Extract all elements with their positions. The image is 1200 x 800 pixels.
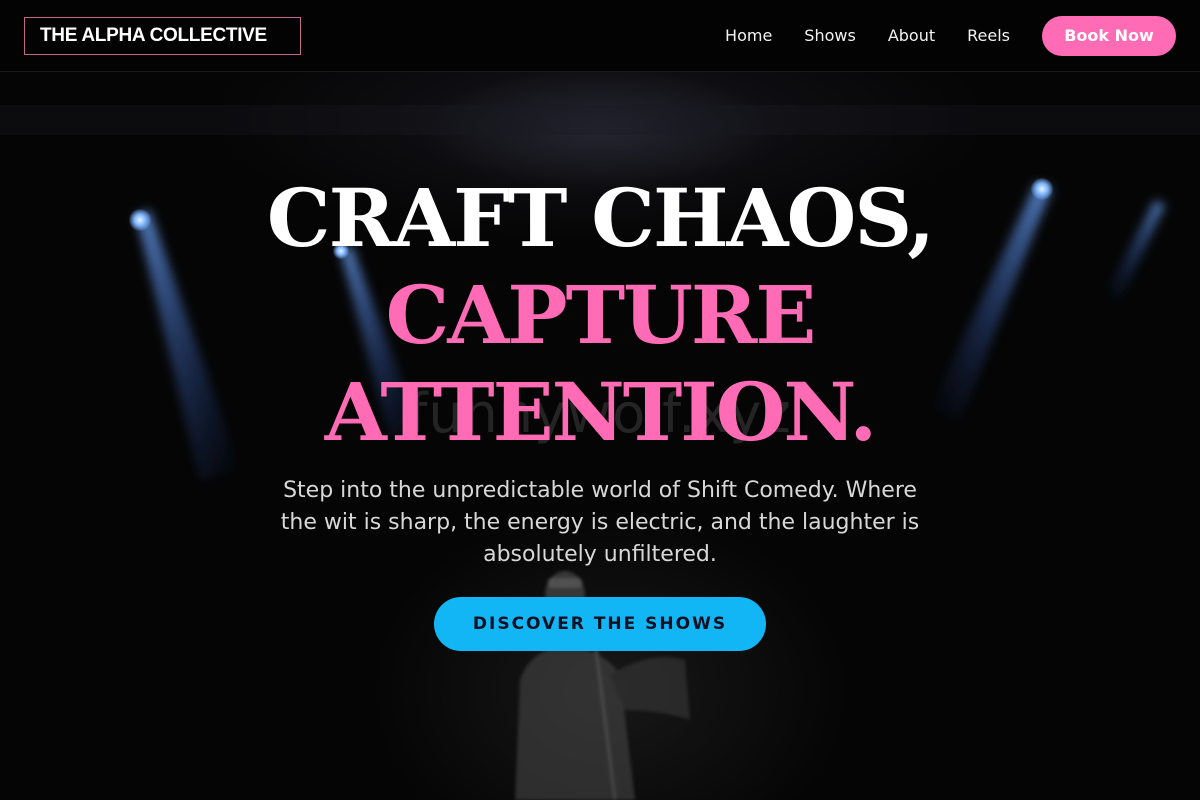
headline-line-2: CAPTURE [385,268,817,362]
hero-subtitle: Step into the unpredictable world of Shi… [280,478,920,567]
headline-line-3: ATTENTION. [324,365,878,459]
hero-headline: CRAFT CHAOS, CAPTURE ATTENTION. [0,170,1200,461]
hero-section: CRAFT CHAOS, CAPTURE ATTENTION. Step int… [0,0,1200,800]
discover-shows-button[interactable]: DISCOVER THE SHOWS [434,597,766,651]
headline-line-1: CRAFT CHAOS, [266,171,935,265]
